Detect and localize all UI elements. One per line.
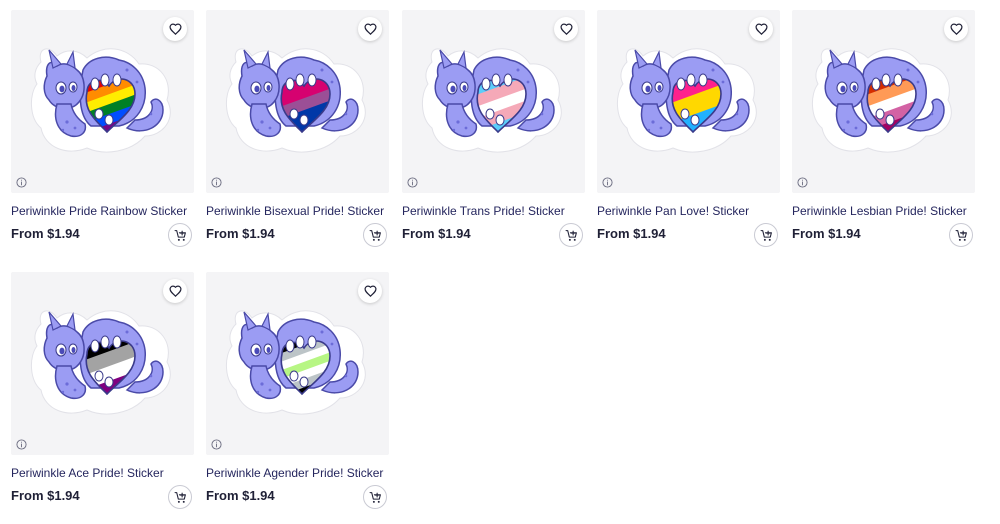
- info-circle-icon[interactable]: [602, 177, 613, 188]
- heart-outline-icon: [363, 23, 377, 35]
- product-card[interactable]: Periwinkle Bisexual Pride! Sticker From …: [206, 10, 389, 249]
- product-title[interactable]: Periwinkle Trans Pride! Sticker: [402, 204, 585, 218]
- sticker-illustration: [31, 48, 171, 153]
- product-title[interactable]: Periwinkle Bisexual Pride! Sticker: [206, 204, 389, 218]
- heart-outline-icon: [168, 23, 182, 35]
- product-price: From $1.94: [206, 226, 275, 241]
- product-image[interactable]: [792, 10, 975, 193]
- price-row: From $1.94: [402, 223, 585, 249]
- price-row: From $1.94: [11, 223, 194, 249]
- product-title[interactable]: Periwinkle Pride Rainbow Sticker: [11, 204, 194, 218]
- product-image[interactable]: [11, 272, 194, 455]
- product-card[interactable]: Periwinkle Ace Pride! Sticker From $1.94: [11, 272, 194, 511]
- sticker-illustration: [226, 310, 366, 415]
- price-row: From $1.94: [597, 223, 780, 249]
- product-price: From $1.94: [11, 226, 80, 241]
- add-to-cart-icon: [565, 229, 577, 241]
- product-title[interactable]: Periwinkle Agender Pride! Sticker: [206, 466, 389, 480]
- product-grid: Periwinkle Pride Rainbow Sticker From $1…: [0, 0, 1000, 524]
- product-image[interactable]: [597, 10, 780, 193]
- product-image[interactable]: [206, 10, 389, 193]
- product-card[interactable]: Periwinkle Lesbian Pride! Sticker From $…: [792, 10, 975, 249]
- add-to-cart-icon: [955, 229, 967, 241]
- favorite-button[interactable]: [163, 17, 187, 41]
- price-row: From $1.94: [792, 223, 975, 249]
- product-title[interactable]: Periwinkle Lesbian Pride! Sticker: [792, 204, 975, 218]
- sticker-illustration: [812, 48, 952, 153]
- heart-outline-icon: [363, 285, 377, 297]
- product-image[interactable]: [402, 10, 585, 193]
- product-card[interactable]: Periwinkle Pride Rainbow Sticker From $1…: [11, 10, 194, 249]
- favorite-button[interactable]: [554, 17, 578, 41]
- product-card[interactable]: Periwinkle Agender Pride! Sticker From $…: [206, 272, 389, 511]
- product-title[interactable]: Periwinkle Ace Pride! Sticker: [11, 466, 194, 480]
- info-circle-icon[interactable]: [16, 439, 27, 450]
- heart-outline-icon: [168, 285, 182, 297]
- product-price: From $1.94: [792, 226, 861, 241]
- product-price: From $1.94: [206, 488, 275, 503]
- heart-outline-icon: [754, 23, 768, 35]
- product-card[interactable]: Periwinkle Trans Pride! Sticker From $1.…: [402, 10, 585, 249]
- product-title[interactable]: Periwinkle Pan Love! Sticker: [597, 204, 780, 218]
- favorite-button[interactable]: [358, 17, 382, 41]
- product-image[interactable]: [206, 272, 389, 455]
- product-card[interactable]: Periwinkle Pan Love! Sticker From $1.94: [597, 10, 780, 249]
- add-to-cart-button[interactable]: [949, 223, 973, 247]
- add-to-cart-icon: [369, 491, 381, 503]
- add-to-cart-button[interactable]: [363, 223, 387, 247]
- heart-outline-icon: [949, 23, 963, 35]
- price-row: From $1.94: [206, 485, 389, 511]
- price-row: From $1.94: [11, 485, 194, 511]
- product-price: From $1.94: [11, 488, 80, 503]
- product-price: From $1.94: [597, 226, 666, 241]
- price-row: From $1.94: [206, 223, 389, 249]
- add-to-cart-button[interactable]: [363, 485, 387, 509]
- favorite-button[interactable]: [749, 17, 773, 41]
- favorite-button[interactable]: [944, 17, 968, 41]
- product-price: From $1.94: [402, 226, 471, 241]
- sticker-illustration: [226, 48, 366, 153]
- info-circle-icon[interactable]: [211, 439, 222, 450]
- info-circle-icon[interactable]: [407, 177, 418, 188]
- favorite-button[interactable]: [358, 279, 382, 303]
- sticker-illustration: [617, 48, 757, 153]
- add-to-cart-icon: [174, 229, 186, 241]
- add-to-cart-icon: [174, 491, 186, 503]
- heart-outline-icon: [559, 23, 573, 35]
- sticker-illustration: [422, 48, 562, 153]
- add-to-cart-button[interactable]: [168, 223, 192, 247]
- add-to-cart-icon: [369, 229, 381, 241]
- add-to-cart-button[interactable]: [754, 223, 778, 247]
- favorite-button[interactable]: [163, 279, 187, 303]
- info-circle-icon[interactable]: [797, 177, 808, 188]
- info-circle-icon[interactable]: [211, 177, 222, 188]
- info-circle-icon[interactable]: [16, 177, 27, 188]
- add-to-cart-button[interactable]: [168, 485, 192, 509]
- add-to-cart-button[interactable]: [559, 223, 583, 247]
- add-to-cart-icon: [760, 229, 772, 241]
- sticker-illustration: [31, 310, 171, 415]
- product-image[interactable]: [11, 10, 194, 193]
